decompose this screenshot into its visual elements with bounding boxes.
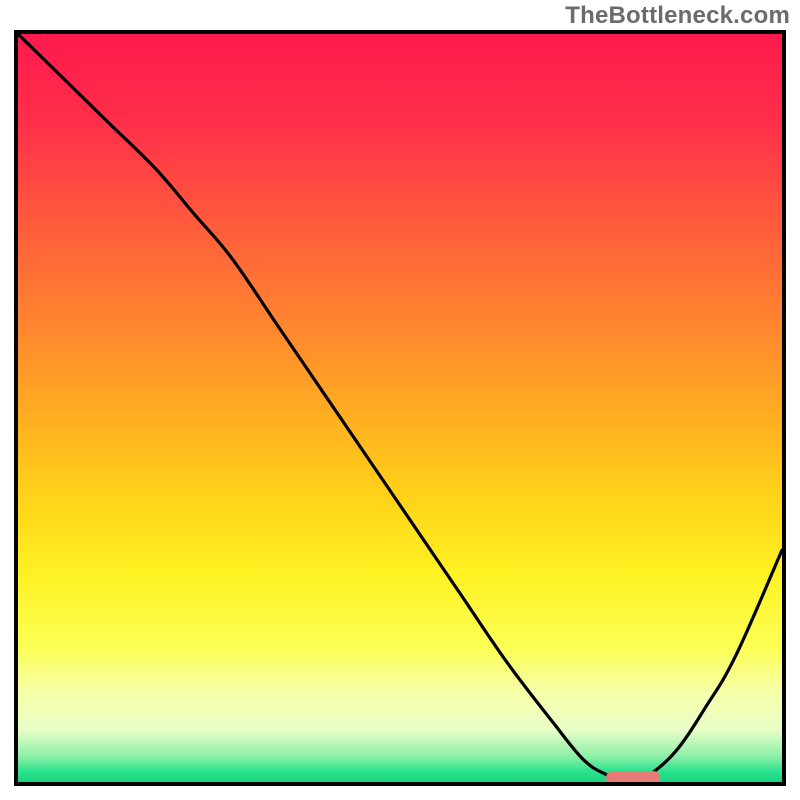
bottleneck-chart <box>18 34 782 782</box>
optimal-range-marker <box>606 771 660 785</box>
chart-container: TheBottleneck.com <box>0 0 800 800</box>
chart-frame <box>14 30 786 786</box>
watermark-label: TheBottleneck.com <box>565 2 790 30</box>
